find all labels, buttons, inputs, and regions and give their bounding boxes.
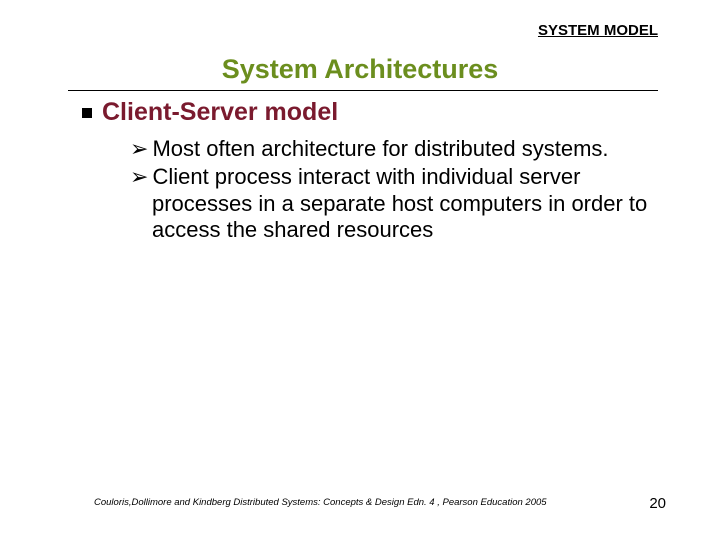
arrow-bullet-icon: ➢: [130, 136, 148, 161]
header-label: SYSTEM MODEL: [538, 22, 658, 39]
subitem-list: ➢Most often architecture for distributed…: [130, 136, 650, 246]
list-item: ➢Most often architecture for distributed…: [130, 136, 650, 162]
section-heading: Client-Server model: [82, 98, 338, 127]
arrow-bullet-icon: ➢: [130, 164, 148, 189]
section-heading-text: Client-Server model: [102, 98, 338, 126]
list-item-text: Client process interact with individual …: [152, 164, 647, 242]
square-bullet-icon: [82, 108, 92, 118]
footer-citation: Couloris,Dollimore and Kindberg Distribu…: [94, 497, 547, 508]
slide-title: System Architectures: [0, 54, 720, 85]
list-item: ➢Client process interact with individual…: [130, 164, 650, 243]
title-underline: [68, 90, 658, 91]
list-item-text: Most often architecture for distributed …: [152, 136, 608, 161]
page-number: 20: [649, 495, 666, 512]
